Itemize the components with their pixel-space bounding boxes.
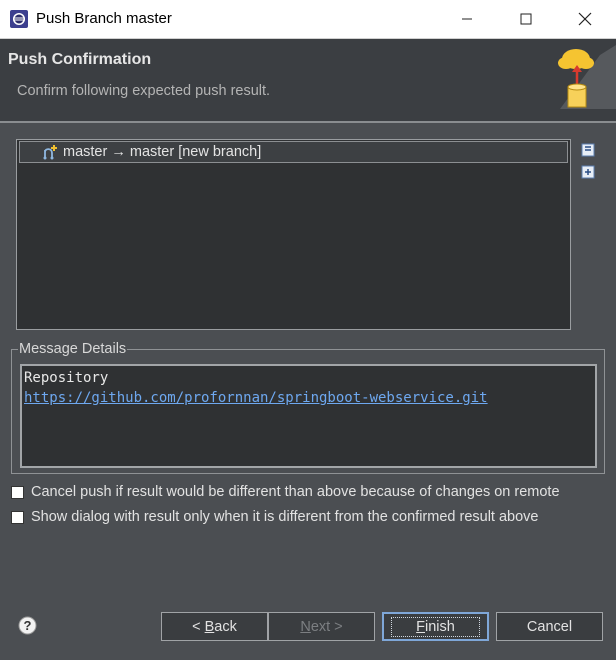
finish-button-rest: inish <box>425 618 455 635</box>
message-details-text[interactable]: Repository https://github.com/profornnan… <box>20 364 597 468</box>
collapse-all-icon <box>581 143 595 157</box>
cancel-push-label: Cancel push if result would be different… <box>31 484 560 500</box>
next-button[interactable]: Next > <box>268 612 375 641</box>
back-button-prefix: < <box>192 618 205 635</box>
svg-text:?: ? <box>24 618 32 633</box>
repository-label: Repository <box>24 370 109 386</box>
tree-row-label: master → master [new branch] <box>63 144 262 160</box>
help-icon[interactable]: ? <box>18 616 37 635</box>
eclipse-icon <box>10 10 28 28</box>
page-description: Confirm following expected push result. <box>17 83 271 99</box>
option-show-dialog[interactable]: Show dialog with result only when it is … <box>11 509 539 525</box>
back-button[interactable]: < Back <box>161 612 268 641</box>
header-separator <box>0 121 616 123</box>
wizard-header: Push Confirmation Confirm following expe… <box>0 39 616 121</box>
cancel-button-label: Cancel <box>526 618 573 635</box>
new-branch-icon <box>43 145 57 160</box>
option-cancel-if-different[interactable]: Cancel push if result would be different… <box>11 484 560 500</box>
next-button-rest: ext > <box>310 618 343 635</box>
finish-button-label: Finish <box>391 616 480 637</box>
window-title: Push Branch master <box>36 10 172 27</box>
maximize-button[interactable] <box>503 0 549 38</box>
tree-row[interactable]: master → master [new branch] <box>19 141 568 163</box>
next-button-mnemonic: N <box>300 618 311 635</box>
back-button-mnemonic: B <box>204 618 215 635</box>
message-details-legend: Message Details <box>19 341 127 357</box>
close-icon <box>578 12 592 26</box>
page-title: Push Confirmation <box>8 51 152 68</box>
show-dialog-checkbox[interactable] <box>11 510 24 524</box>
cloud-push-icon <box>558 45 616 109</box>
finish-button-mnemonic: F <box>416 618 426 635</box>
minimize-button[interactable] <box>444 0 490 38</box>
show-dialog-label: Show dialog with result only when it is … <box>31 509 539 525</box>
minimize-icon <box>462 18 472 20</box>
cancel-button[interactable]: Cancel <box>496 612 603 641</box>
expand-all-button[interactable] <box>581 165 595 179</box>
finish-button[interactable]: Finish <box>382 612 489 641</box>
collapse-all-button[interactable] <box>581 143 595 157</box>
expand-all-icon <box>581 165 595 179</box>
close-button[interactable] <box>562 0 608 38</box>
maximize-icon <box>520 13 532 25</box>
repository-url-link[interactable]: https://github.com/profornnan/springboot… <box>24 388 595 408</box>
title-bar: Push Branch master <box>0 0 616 39</box>
back-button-rest: ack <box>214 618 237 635</box>
push-result-tree[interactable]: master → master [new branch] <box>16 139 571 330</box>
cancel-push-checkbox[interactable] <box>11 485 24 499</box>
